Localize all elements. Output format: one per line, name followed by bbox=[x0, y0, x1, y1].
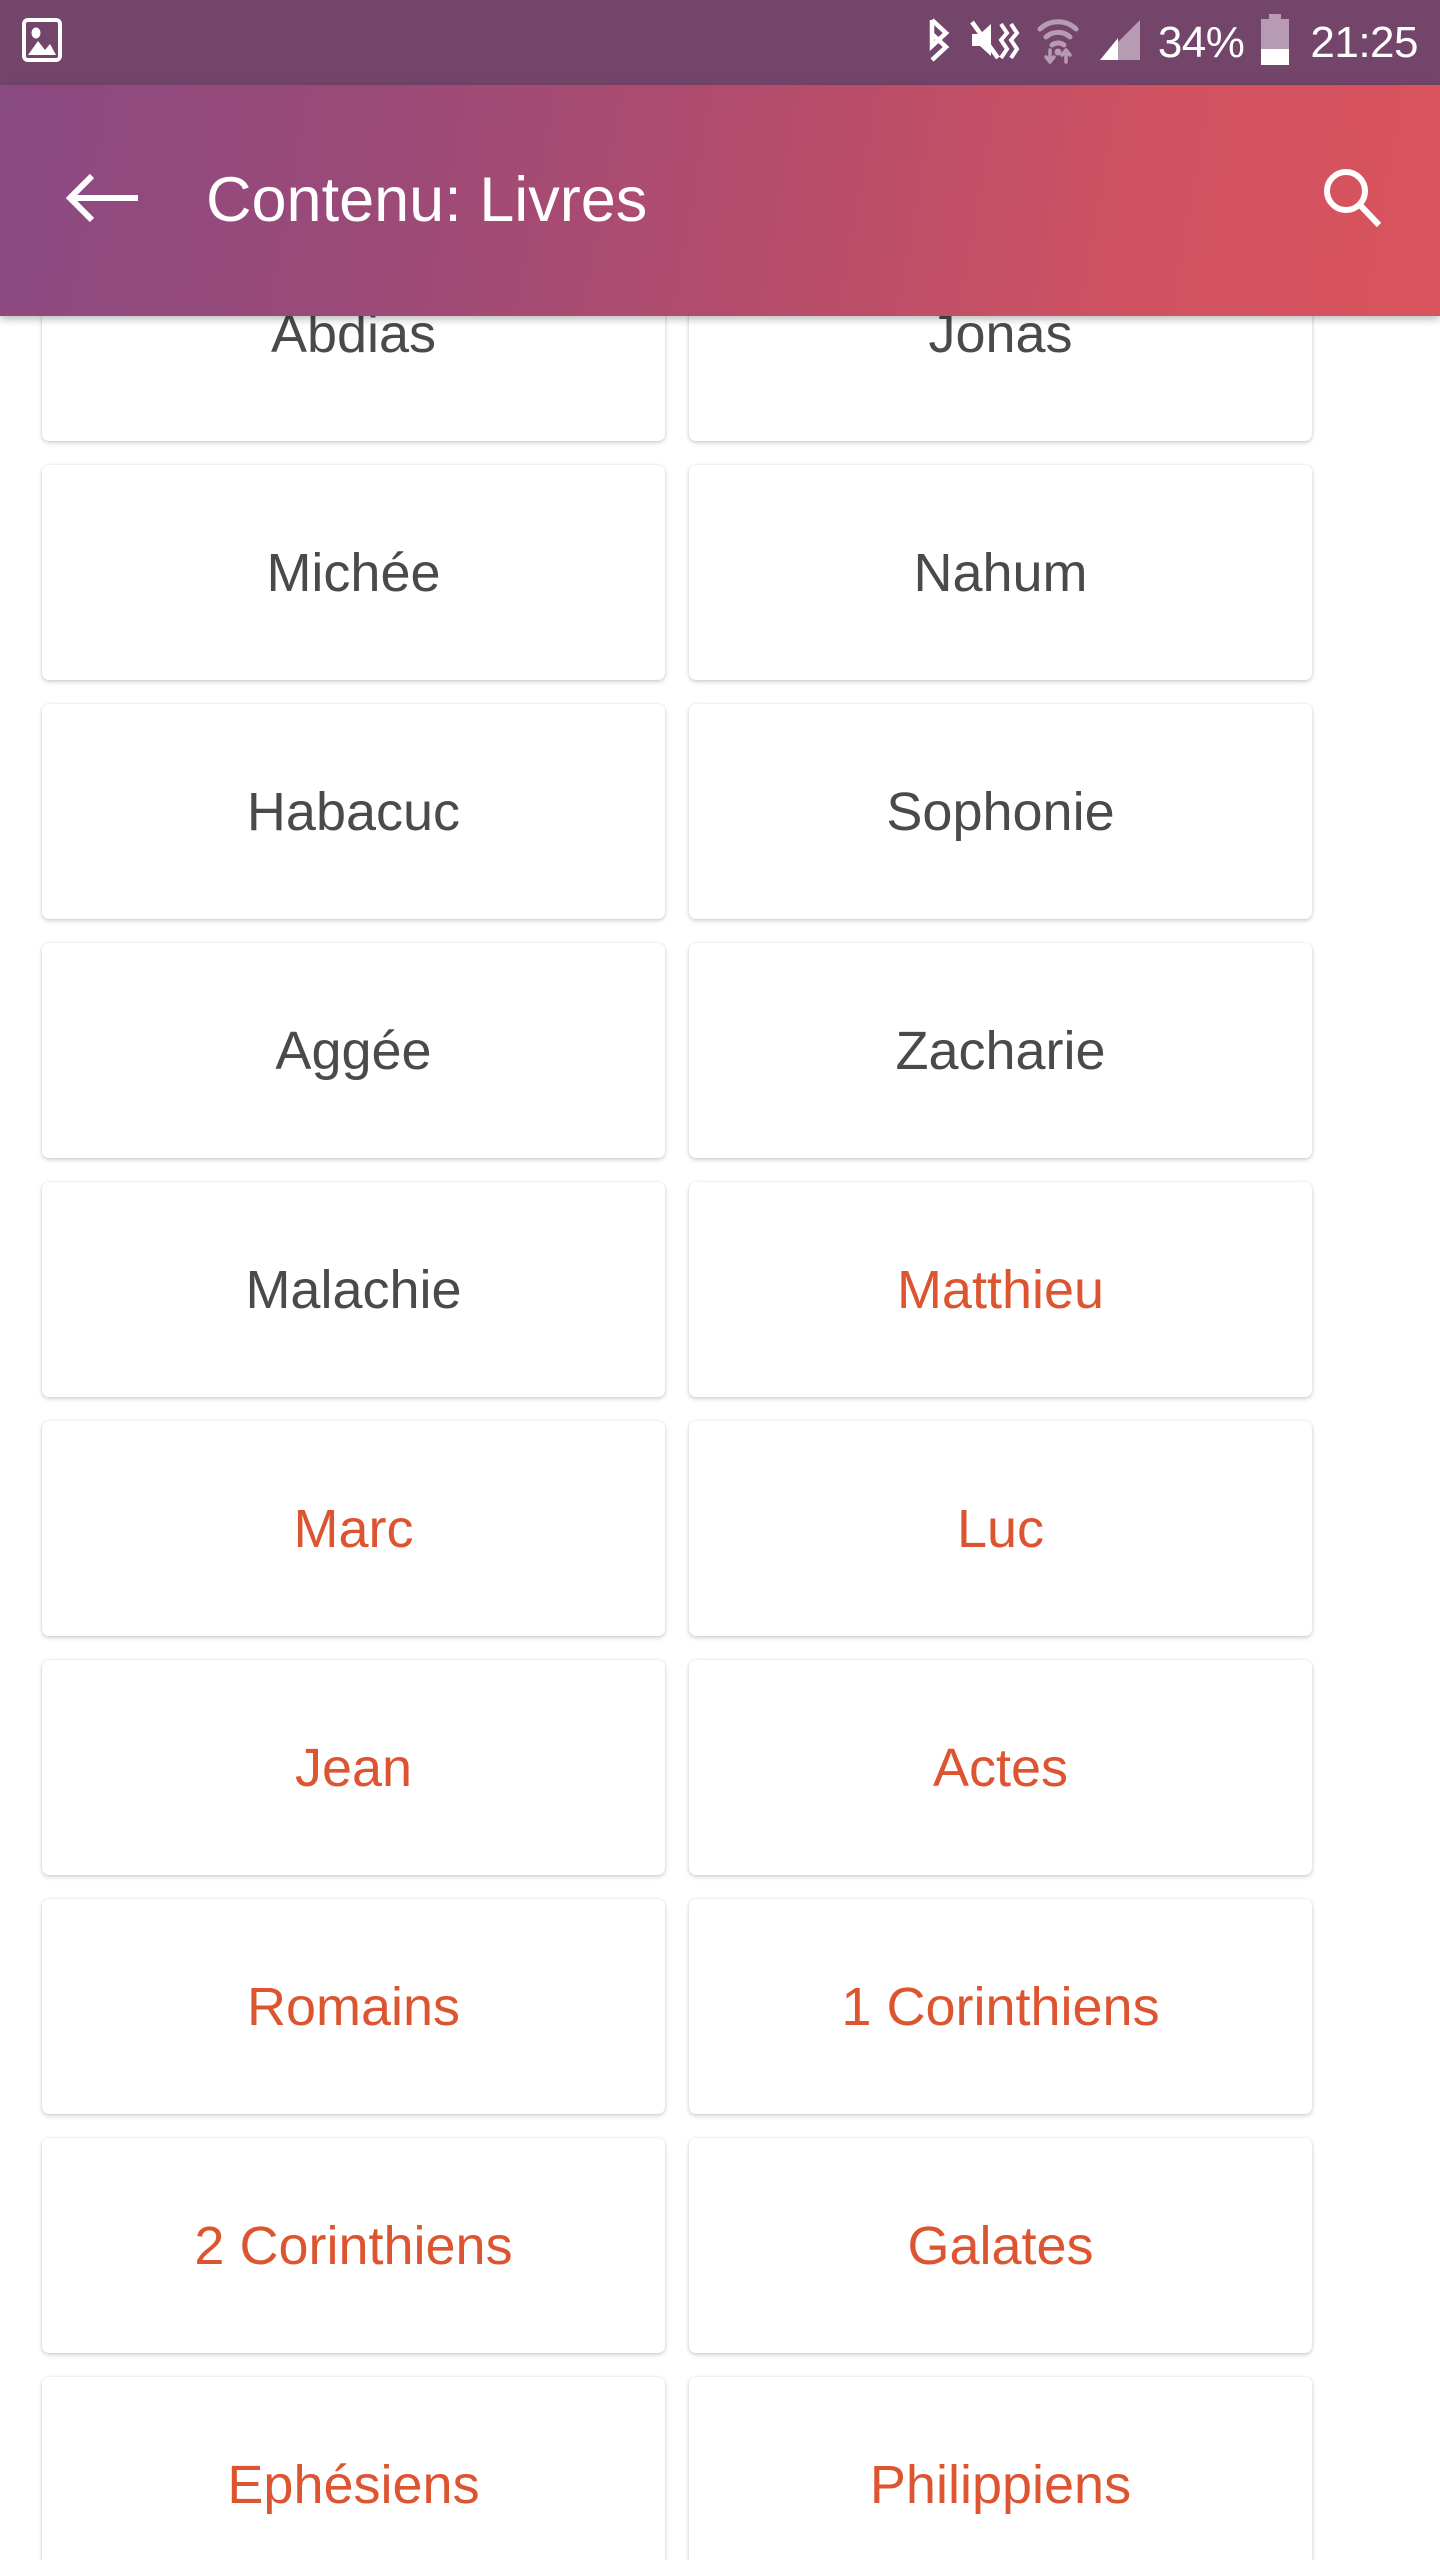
status-bar-left bbox=[22, 18, 62, 67]
book-card-label: Actes bbox=[932, 1737, 1069, 1798]
book-card[interactable]: Nahum bbox=[689, 465, 1312, 680]
status-clock: 21:25 bbox=[1310, 17, 1418, 67]
book-card[interactable]: Ephésiens bbox=[42, 2377, 665, 2560]
book-card[interactable]: Jean bbox=[42, 1660, 665, 1875]
book-list-scroll-area[interactable]: Abdias Jonas Michée Nahum Habacuc Sophonie Agg… bbox=[0, 316, 1440, 2560]
book-card[interactable]: Luc bbox=[689, 1421, 1312, 1636]
book-card[interactable]: Malachie bbox=[42, 1182, 665, 1397]
sound-mute-vibrate-icon bbox=[968, 16, 1020, 69]
book-card[interactable]: Habacuc bbox=[42, 704, 665, 919]
book-card-label: Nahum bbox=[913, 542, 1088, 603]
book-card-label: Zacharie bbox=[895, 1020, 1106, 1081]
book-card[interactable]: Galates bbox=[689, 2138, 1312, 2353]
bluetooth-icon bbox=[924, 16, 954, 69]
book-card[interactable]: Aggée bbox=[42, 943, 665, 1158]
book-card-label: Ephésiens bbox=[227, 2454, 480, 2515]
book-card[interactable]: Philippiens bbox=[689, 2377, 1312, 2560]
book-card[interactable]: 1 Corinthiens bbox=[689, 1899, 1312, 2114]
page-title: Contenu: Livres bbox=[206, 165, 648, 235]
book-card-label: Abdias bbox=[270, 316, 437, 364]
book-card-label: Luc bbox=[956, 1498, 1045, 1559]
wifi-icon bbox=[1034, 14, 1082, 71]
image-notification-icon bbox=[22, 18, 62, 67]
search-icon bbox=[1319, 165, 1385, 236]
book-card[interactable]: Matthieu bbox=[689, 1182, 1312, 1397]
book-card-label: Jonas bbox=[928, 316, 1073, 364]
book-card-label: Habacuc bbox=[246, 781, 461, 842]
battery-percent-label: 34% bbox=[1157, 17, 1245, 67]
cellular-signal-icon bbox=[1096, 16, 1144, 69]
book-card-label: Romains bbox=[246, 1976, 461, 2037]
book-card-label: Sophonie bbox=[886, 781, 1115, 842]
book-card-label: Jean bbox=[294, 1737, 413, 1798]
arrow-left-icon bbox=[65, 168, 142, 233]
battery-icon bbox=[1258, 14, 1292, 71]
book-card[interactable]: Michée bbox=[42, 465, 665, 680]
book-card-label: Aggée bbox=[275, 1020, 432, 1081]
book-card-label: Galates bbox=[907, 2215, 1094, 2276]
book-card[interactable]: Abdias bbox=[42, 316, 665, 441]
book-card-label: Malachie bbox=[245, 1259, 462, 1320]
book-card[interactable]: Romains bbox=[42, 1899, 665, 2114]
app-bar: Contenu: Livres bbox=[0, 85, 1440, 316]
status-bar-right: 34% 21:25 bbox=[924, 14, 1418, 71]
book-card[interactable]: Actes bbox=[689, 1660, 1312, 1875]
book-card[interactable]: Marc bbox=[42, 1421, 665, 1636]
book-card[interactable]: Sophonie bbox=[689, 704, 1312, 919]
back-button[interactable] bbox=[58, 155, 150, 247]
book-card-label: Michée bbox=[266, 542, 441, 603]
book-card-label: 1 Corinthiens bbox=[841, 1976, 1160, 2037]
book-card-label: 2 Corinthiens bbox=[194, 2215, 513, 2276]
book-card-label: Philippiens bbox=[869, 2454, 1132, 2515]
book-card[interactable]: Zacharie bbox=[689, 943, 1312, 1158]
book-card-label: Matthieu bbox=[896, 1259, 1105, 1320]
book-card[interactable]: Jonas bbox=[689, 316, 1312, 441]
book-card[interactable]: 2 Corinthiens bbox=[42, 2138, 665, 2353]
book-card-label: Marc bbox=[293, 1498, 414, 1559]
search-button[interactable] bbox=[1306, 155, 1398, 247]
book-grid: Abdias Jonas Michée Nahum Habacuc Sophonie Agg… bbox=[0, 316, 1440, 2560]
status-bar: 34% 21:25 bbox=[0, 0, 1440, 85]
